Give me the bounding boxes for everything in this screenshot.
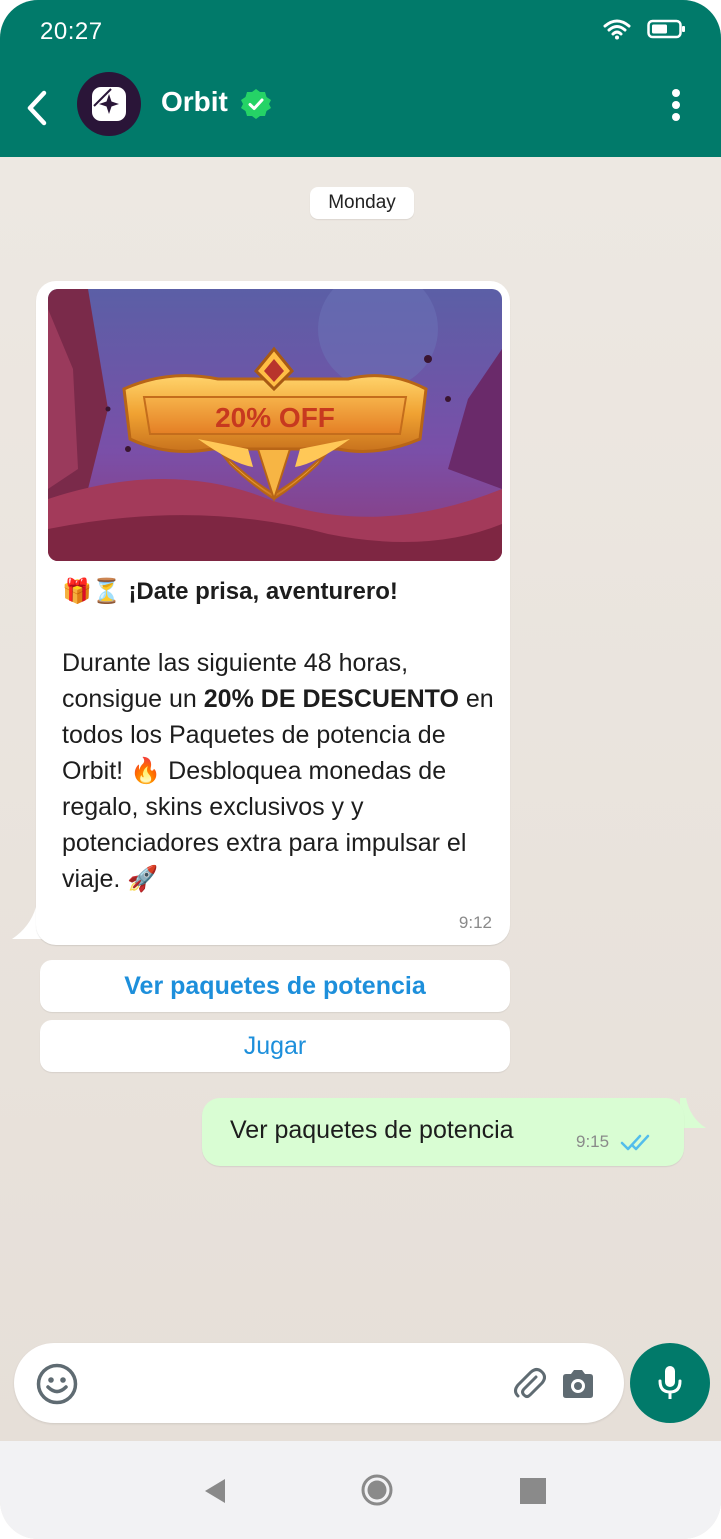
message-composer[interactable] xyxy=(14,1343,624,1423)
date-divider: Monday xyxy=(310,187,414,219)
contact-name[interactable]: Orbit xyxy=(161,86,228,118)
arrow-back-icon[interactable] xyxy=(20,85,54,131)
voice-record-button[interactable] xyxy=(630,1343,710,1423)
emoji-icon[interactable] xyxy=(36,1363,78,1405)
nav-home-icon[interactable] xyxy=(361,1474,393,1506)
outgoing-message-text: Ver paquetes de potencia xyxy=(230,1116,514,1144)
mic-icon xyxy=(658,1366,682,1399)
phone-screen: 20:27 Orbit Monday 20% OFF 🎁⏳ ¡Date pris… xyxy=(0,0,721,1539)
chat-area[interactable]: Monday 20% OFF 🎁⏳ ¡Date prisa, aventurer… xyxy=(0,157,721,1441)
incoming-message[interactable]: 20% OFF 🎁⏳ ¡Date prisa, aventurero! Dura… xyxy=(36,281,510,945)
wifi-icon xyxy=(603,19,631,40)
camera-icon[interactable] xyxy=(560,1369,596,1399)
message-title-text: ¡Date prisa, aventurero! xyxy=(128,578,398,605)
message-body-text-2: en todos los Paquetes de potencia de Orb… xyxy=(62,685,494,893)
orbit-logo-icon xyxy=(92,87,126,121)
status-time: 20:27 xyxy=(40,18,103,45)
gift-hourglass-emoji: 🎁⏳ xyxy=(62,578,122,605)
avatar[interactable] xyxy=(77,72,141,136)
outgoing-message-time: 9:15 xyxy=(576,1132,610,1151)
message-body-bold: 20% DE DESCUENTO xyxy=(203,685,459,713)
double-check-icon xyxy=(620,1134,650,1151)
nav-recents-icon[interactable] xyxy=(520,1478,546,1504)
nav-back-icon[interactable] xyxy=(203,1477,227,1505)
chat-header: Orbit xyxy=(0,60,721,157)
more-vertical-icon[interactable] xyxy=(664,88,688,124)
message-title: 🎁⏳ ¡Date prisa, aventurero! xyxy=(62,577,398,606)
verified-check-icon xyxy=(241,89,271,119)
promo-image-text: 20% OFF xyxy=(215,402,335,433)
status-icons xyxy=(603,18,687,40)
quick-reply-play-button[interactable]: Jugar xyxy=(40,1020,510,1072)
outgoing-bubble-tail xyxy=(680,1098,706,1128)
message-body: Durante las siguiente 48 horas, consigue… xyxy=(62,645,502,897)
outgoing-message[interactable]: Ver paquetes de potencia 9:15 xyxy=(202,1098,684,1166)
status-bar: 20:27 xyxy=(0,0,721,60)
quick-reply-view-packs-button[interactable]: Ver paquetes de potencia xyxy=(40,960,510,1012)
system-nav-bar xyxy=(0,1441,721,1539)
incoming-message-time: 9:12 xyxy=(458,913,492,932)
battery-icon xyxy=(647,19,685,39)
promo-image[interactable]: 20% OFF xyxy=(48,289,502,561)
paperclip-icon[interactable] xyxy=(512,1365,546,1401)
